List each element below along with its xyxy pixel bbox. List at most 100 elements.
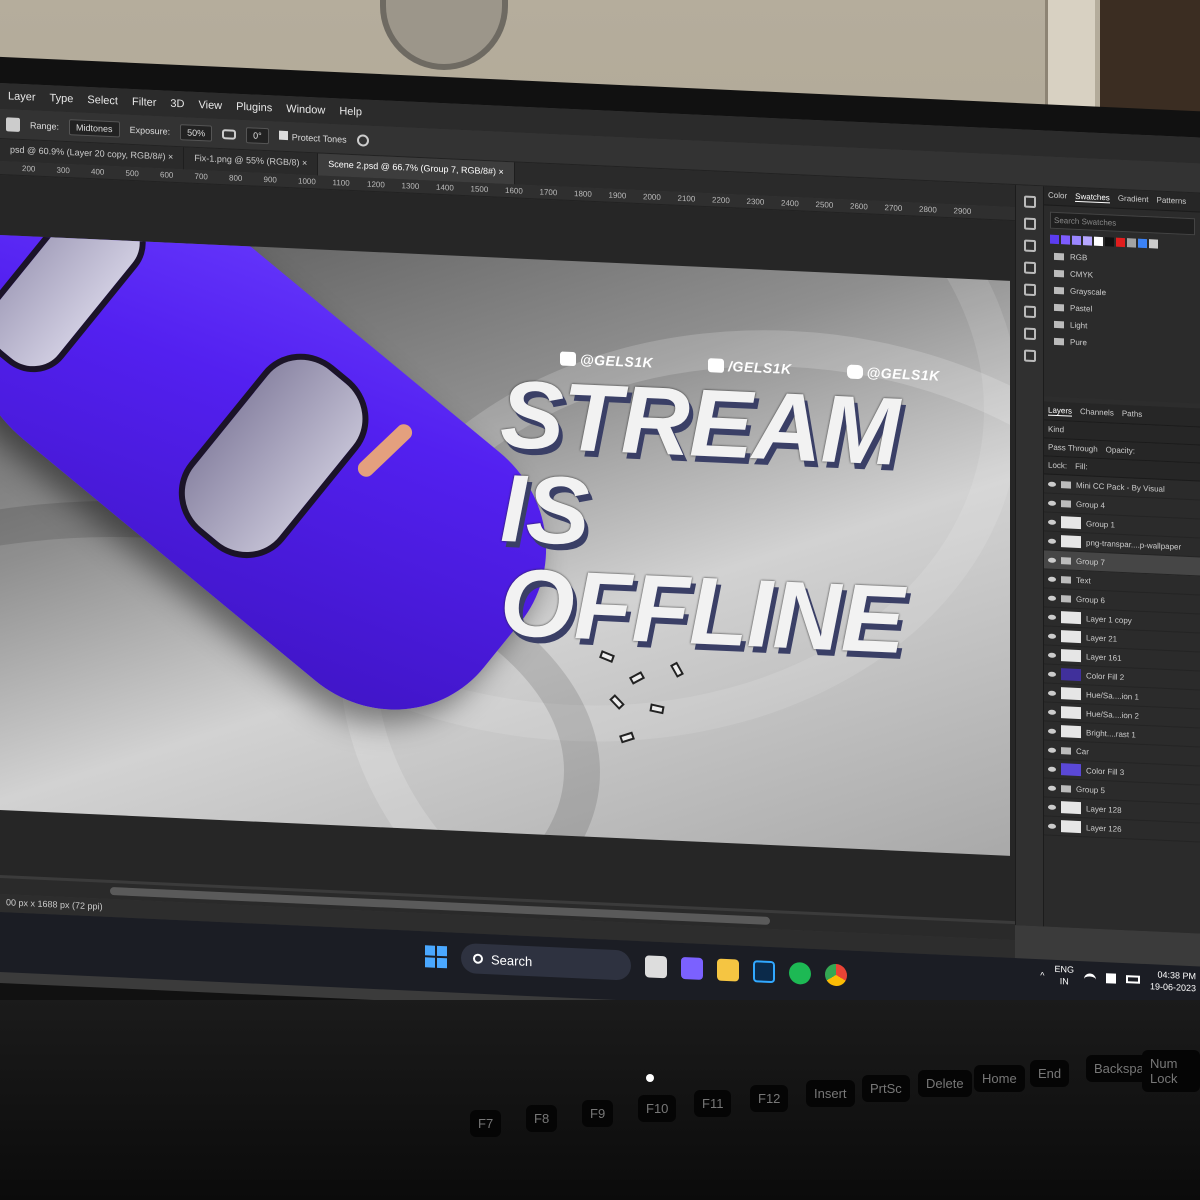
visibility-eye-icon[interactable]: [1048, 500, 1056, 506]
teams-icon[interactable]: [681, 956, 703, 980]
taskbar-search[interactable]: Search: [461, 942, 631, 981]
visibility-eye-icon[interactable]: [1048, 728, 1056, 734]
visibility-eye-icon[interactable]: [1048, 481, 1056, 487]
menu-item-layer[interactable]: Layer: [8, 90, 36, 103]
tab-patterns[interactable]: Patterns: [1157, 196, 1187, 207]
color-swatch[interactable]: [1138, 238, 1147, 249]
visibility-eye-icon[interactable]: [1048, 671, 1056, 677]
paragraph-icon[interactable]: [1023, 283, 1036, 297]
close-icon[interactable]: ×: [299, 158, 307, 168]
tab-color[interactable]: Color: [1048, 191, 1067, 202]
task-view-icon[interactable]: [645, 955, 667, 979]
keyboard-key[interactable]: Insert: [806, 1080, 855, 1107]
keyboard-key[interactable]: End: [1030, 1060, 1070, 1087]
visibility-eye-icon[interactable]: [1048, 766, 1056, 772]
color-icon[interactable]: [1023, 349, 1036, 363]
menu-item-3d[interactable]: 3D: [170, 98, 184, 111]
visibility-eye-icon[interactable]: [1048, 538, 1056, 544]
spotify-icon[interactable]: [789, 961, 811, 985]
tab-layers[interactable]: Layers: [1048, 405, 1073, 417]
close-icon[interactable]: ×: [166, 152, 173, 162]
canvas-area[interactable]: @GELS1K /GELS1K @GELS1K STREAM IS OFFLIN…: [0, 175, 1015, 922]
range-select[interactable]: Midtones: [69, 118, 120, 137]
brush-settings-icon[interactable]: [1023, 217, 1036, 231]
visibility-eye-icon[interactable]: [1048, 576, 1056, 582]
windows-start-icon[interactable]: [425, 945, 447, 969]
keyboard-key[interactable]: F7: [470, 1110, 502, 1137]
visibility-eye-icon[interactable]: [1048, 709, 1056, 715]
language-indicator[interactable]: ENG IN: [1054, 964, 1074, 988]
menu-item-plugins[interactable]: Plugins: [236, 101, 272, 115]
keyboard-key[interactable]: Num Lock: [1142, 1050, 1200, 1092]
clock[interactable]: 04:38 PM 19-06-2023: [1150, 968, 1196, 994]
swatch-search-input[interactable]: Search Swatches: [1050, 211, 1195, 236]
wifi-icon[interactable]: [1083, 973, 1096, 982]
keyboard-key[interactable]: F12: [750, 1085, 789, 1112]
airbrush-icon[interactable]: [222, 128, 237, 140]
visibility-eye-icon[interactable]: [1048, 557, 1056, 563]
menu-item-filter[interactable]: Filter: [132, 96, 156, 109]
visibility-eye-icon[interactable]: [1048, 633, 1056, 639]
color-swatch[interactable]: [1149, 239, 1158, 249]
volume-icon[interactable]: [1105, 973, 1116, 984]
ruler-tick-label: 1700: [539, 187, 558, 198]
tab-swatches[interactable]: Swatches: [1075, 191, 1110, 204]
keyboard-key[interactable]: F8: [526, 1105, 558, 1132]
document-canvas[interactable]: @GELS1K /GELS1K @GELS1K STREAM IS OFFLIN…: [0, 235, 1010, 856]
layer-name: Layer 1 copy: [1086, 613, 1132, 625]
color-swatch[interactable]: [1072, 235, 1081, 246]
tab-gradient[interactable]: Gradient: [1118, 194, 1149, 205]
color-swatch[interactable]: [1061, 235, 1070, 245]
file-explorer-icon[interactable]: [717, 958, 739, 982]
visibility-eye-icon[interactable]: [1048, 595, 1056, 601]
layer-name: Layer 21: [1086, 632, 1118, 644]
keyboard-key[interactable]: F9: [582, 1100, 614, 1127]
visibility-eye-icon[interactable]: [1048, 614, 1056, 620]
history-icon[interactable]: [1023, 195, 1036, 209]
layer-name: Layer 161: [1086, 651, 1122, 663]
chevron-up-icon[interactable]: ^: [1040, 970, 1044, 980]
visibility-eye-icon[interactable]: [1048, 785, 1056, 791]
keyboard-key[interactable]: F11: [694, 1090, 732, 1117]
menu-item-window[interactable]: Window: [286, 103, 325, 117]
keyboard-key[interactable]: Home: [974, 1065, 1025, 1092]
color-swatch[interactable]: [1105, 237, 1114, 247]
character-icon[interactable]: [1023, 261, 1036, 275]
battery-icon[interactable]: [1125, 975, 1140, 984]
keyboard-key[interactable]: F10: [638, 1095, 677, 1122]
debris: [590, 642, 690, 767]
menu-item-view[interactable]: View: [198, 99, 222, 112]
folder-icon: [1054, 252, 1064, 261]
visibility-eye-icon[interactable]: [1048, 519, 1056, 525]
exposure-field[interactable]: 50%: [180, 123, 213, 142]
color-swatch[interactable]: [1094, 236, 1103, 247]
protect-tones-checkbox[interactable]: Protect Tones: [278, 130, 347, 145]
menu-item-help[interactable]: Help: [339, 105, 362, 118]
dodge-tool-icon[interactable]: [6, 116, 20, 132]
adjustments-icon[interactable]: [1023, 239, 1036, 253]
color-swatch[interactable]: [1050, 234, 1059, 245]
color-swatch[interactable]: [1116, 237, 1125, 248]
keyboard-key[interactable]: PrtSc: [862, 1075, 910, 1102]
visibility-eye-icon[interactable]: [1048, 690, 1056, 696]
menu-item-select[interactable]: Select: [87, 94, 118, 107]
pressure-icon[interactable]: [356, 133, 369, 147]
menu-item-type[interactable]: Type: [50, 92, 74, 105]
tab-paths[interactable]: Paths: [1122, 409, 1142, 420]
close-icon[interactable]: ×: [496, 167, 503, 177]
layer-filter-kind[interactable]: Kind: [1048, 425, 1064, 435]
blend-mode-select[interactable]: Pass Through: [1048, 443, 1098, 454]
visibility-eye-icon[interactable]: [1048, 804, 1056, 810]
chrome-icon[interactable]: [825, 963, 847, 987]
color-swatch[interactable]: [1083, 236, 1092, 246]
keyboard-key[interactable]: Delete: [918, 1070, 972, 1097]
visibility-eye-icon[interactable]: [1048, 823, 1056, 829]
properties-icon[interactable]: [1023, 327, 1036, 341]
tab-channels[interactable]: Channels: [1080, 407, 1114, 419]
visibility-eye-icon[interactable]: [1048, 747, 1056, 753]
angle-field[interactable]: 0°: [246, 126, 269, 144]
3d-icon[interactable]: [1023, 305, 1036, 319]
photoshop-icon[interactable]: [753, 960, 775, 984]
color-swatch[interactable]: [1127, 238, 1136, 248]
visibility-eye-icon[interactable]: [1048, 652, 1056, 658]
